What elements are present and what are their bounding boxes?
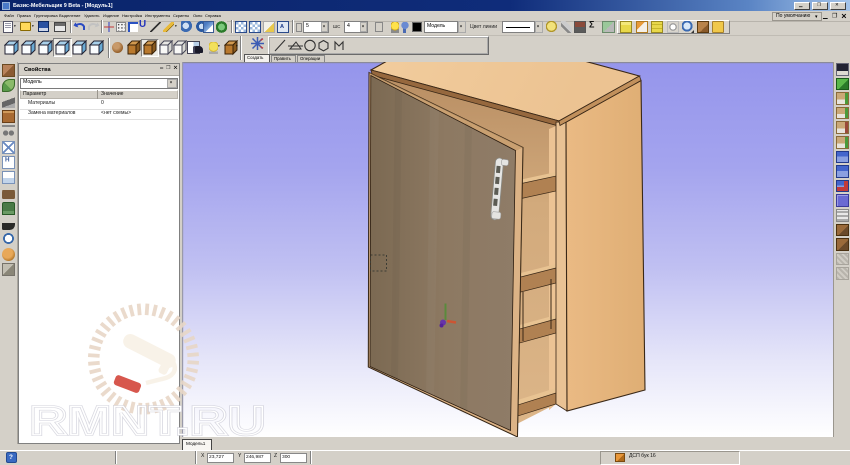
svg-text:RMNT.RU: RMNT.RU (30, 398, 266, 444)
